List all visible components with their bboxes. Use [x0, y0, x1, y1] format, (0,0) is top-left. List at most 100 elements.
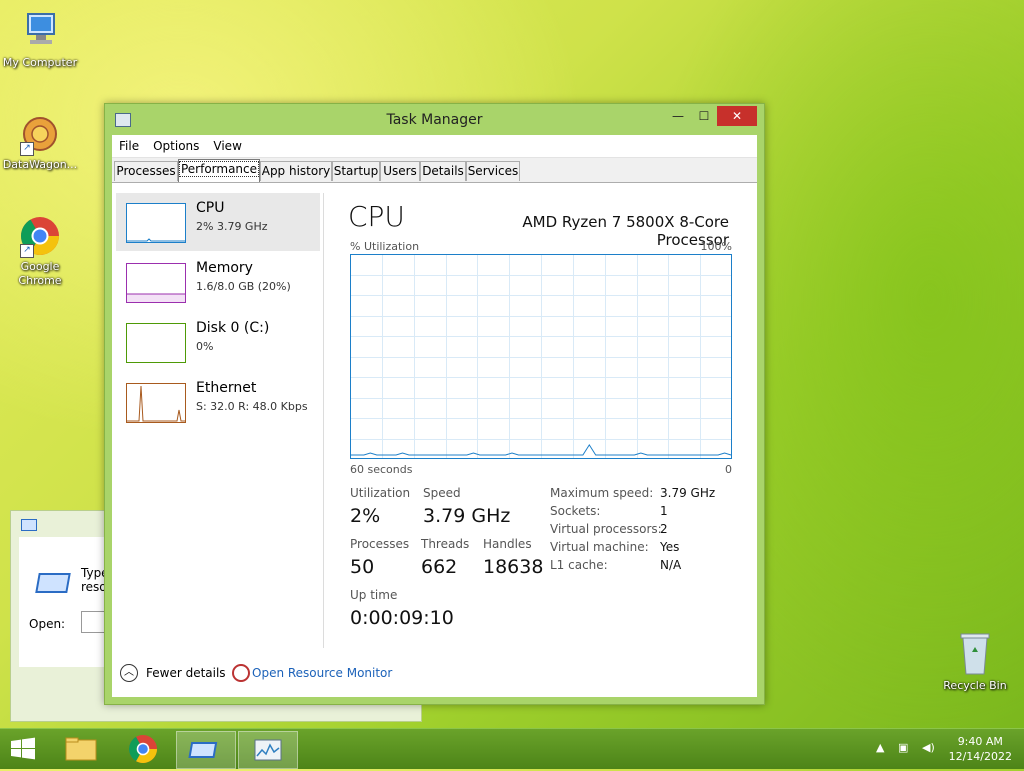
show-hidden-icons-button[interactable]: ▲: [876, 741, 884, 754]
run-icon: [188, 742, 218, 758]
sidebar-item-label: CPU: [196, 200, 225, 216]
clock-date: 12/14/2022: [948, 750, 1012, 763]
spec-value: 2: [660, 522, 668, 536]
spec-label: Virtual machine:: [550, 540, 649, 554]
threads-value: 662: [421, 556, 458, 578]
desktop-icon-recycle-bin[interactable]: Recycle Bin: [940, 630, 1010, 692]
sidebar-item-disk[interactable]: Disk 0 (C:) 0%: [116, 313, 320, 371]
folder-icon: [65, 737, 97, 761]
processes-value: 50: [350, 556, 375, 578]
cpu-thumbnail: [126, 203, 186, 243]
minimize-button[interactable]: —: [665, 106, 691, 126]
spec-label: Sockets:: [550, 504, 601, 518]
spec-value: 3.79 GHz: [660, 486, 716, 500]
utilization-label: Utilization: [350, 486, 411, 500]
handles-label: Handles: [483, 537, 532, 551]
window-client: File Options View Processes Performance …: [112, 135, 757, 697]
utilization-value: 2%: [350, 505, 381, 527]
speed-value: 3.79 GHz: [423, 505, 511, 527]
sidebar-item-value: S: 32.0 R: 48.0 Kbps: [196, 400, 308, 413]
taskbar-file-explorer[interactable]: [52, 731, 110, 767]
title-bar[interactable]: Task Manager — ☐ ✕: [105, 104, 764, 134]
spec-label: Virtual processors:: [550, 522, 662, 536]
fewer-details-button[interactable]: Fewer details: [146, 666, 226, 680]
graph-max-label: 100%: [700, 240, 732, 253]
sidebar-item-value: 2% 3.79 GHz: [196, 220, 268, 233]
desktop-icon-label: DataWagon...: [2, 158, 78, 171]
spec-label: Maximum speed:: [550, 486, 654, 500]
tab-performance[interactable]: Performance: [178, 159, 260, 182]
taskbar-task-manager[interactable]: [238, 731, 298, 769]
disk-thumbnail: [126, 323, 186, 363]
footer: ︿ Fewer details Open Resource Monitor: [112, 648, 757, 697]
desktop-icon-label: Google Chrome: [18, 260, 62, 287]
spec-value: 1: [660, 504, 668, 518]
run-open-label: Open:: [29, 617, 66, 631]
clock[interactable]: 9:40 AM 12/14/2022: [949, 734, 1012, 764]
tab-users[interactable]: Users: [380, 161, 420, 181]
task-manager-icon: [254, 739, 282, 761]
graph-time-label: 60 seconds: [350, 463, 413, 476]
sidebar-item-value: 0%: [196, 340, 214, 353]
threads-label: Threads: [421, 537, 470, 551]
spec-value: Yes: [660, 540, 680, 554]
chrome-icon: [129, 735, 157, 763]
sidebar-item-memory[interactable]: Memory 1.6/8.0 GB (20%): [116, 253, 320, 311]
chevron-up-icon[interactable]: ︿: [120, 664, 138, 682]
processes-label: Processes: [350, 537, 410, 551]
run-large-icon: [35, 573, 71, 593]
pane-divider[interactable]: [323, 193, 324, 648]
menu-view[interactable]: View: [206, 139, 248, 153]
sidebar-item-cpu[interactable]: CPU 2% 3.79 GHz: [116, 193, 320, 251]
tab-startup[interactable]: Startup: [332, 161, 380, 181]
run-icon: [21, 519, 37, 531]
task-manager-window[interactable]: Task Manager — ☐ ✕ File Options View Pro…: [104, 103, 765, 705]
close-button[interactable]: ✕: [717, 106, 757, 126]
network-icon[interactable]: ▣: [898, 741, 908, 754]
uptime-label: Up time: [350, 588, 398, 602]
desktop-icon-chrome[interactable]: ↗ Google Chrome: [0, 214, 80, 288]
tab-performance-label: Performance: [178, 161, 260, 177]
menu-options[interactable]: Options: [146, 139, 206, 153]
tab-services[interactable]: Services: [466, 161, 520, 181]
desktop-icon-my-computer[interactable]: My Computer: [0, 10, 80, 70]
recycle-bin-icon: [960, 633, 990, 675]
speed-label: Speed: [423, 486, 461, 500]
clock-time: 9:40 AM: [957, 735, 1003, 748]
desktop-icon-label: Recycle Bin: [943, 679, 1007, 692]
run-dialog-body: [19, 537, 113, 667]
volume-icon[interactable]: ◀): [922, 741, 935, 754]
taskbar: ▲ ▣ ◀) 9:40 AM 12/14/2022: [0, 728, 1024, 769]
tab-bar: Processes Performance App history Startu…: [112, 158, 757, 183]
menu-bar: File Options View: [112, 135, 757, 158]
taskbar-run[interactable]: [176, 731, 236, 769]
open-resource-monitor-link[interactable]: Open Resource Monitor: [252, 666, 392, 680]
spec-label: L1 cache:: [550, 558, 608, 572]
tab-app-history[interactable]: App history: [260, 161, 332, 181]
menu-file[interactable]: File: [112, 139, 146, 153]
taskbar-chrome[interactable]: [114, 731, 172, 767]
start-button[interactable]: [0, 731, 46, 767]
sidebar-item-label: Memory: [196, 260, 253, 276]
memory-thumbnail: [126, 263, 186, 303]
maximize-button[interactable]: ☐: [691, 106, 717, 126]
graph-zero-label: 0: [725, 463, 732, 476]
sidebar-item-value: 1.6/8.0 GB (20%): [196, 280, 291, 293]
datawagon-icon: ↗: [18, 112, 62, 156]
sidebar-item-ethernet[interactable]: Ethernet S: 32.0 R: 48.0 Kbps: [116, 373, 320, 431]
shortcut-arrow-icon: ↗: [20, 244, 34, 258]
computer-icon: [18, 10, 62, 54]
spec-value: N/A: [660, 558, 682, 572]
windows-logo-icon: [11, 737, 35, 760]
desktop-icon-label: My Computer: [2, 56, 78, 69]
tab-details[interactable]: Details: [420, 161, 466, 181]
desktop-icon-datawagon[interactable]: ↗ DataWagon...: [0, 112, 80, 172]
graph-y-label: % Utilization: [350, 240, 420, 253]
chrome-icon: ↗: [18, 214, 62, 258]
sidebar-item-label: Disk 0 (C:): [196, 320, 270, 336]
ethernet-thumbnail: [126, 383, 186, 423]
page-title: CPU: [348, 200, 405, 233]
tab-processes[interactable]: Processes: [114, 161, 178, 181]
resource-monitor-icon: [232, 664, 250, 682]
uptime-value: 0:00:09:10: [350, 607, 454, 629]
